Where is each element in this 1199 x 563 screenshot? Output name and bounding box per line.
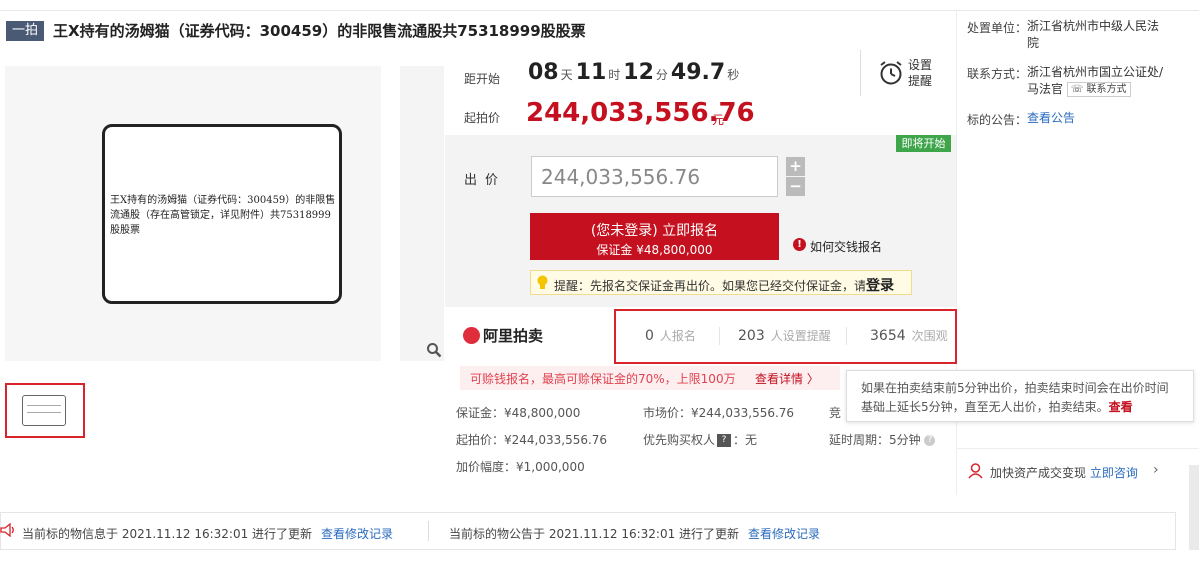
increase-bid-button[interactable]: +: [786, 157, 805, 176]
extend-period-tooltip: 如果在拍卖结束前5分钟出价，拍卖结束时间会在出价时间基础上延长5分钟，直至无人出…: [846, 370, 1194, 422]
alarm-clock-icon[interactable]: [878, 60, 904, 86]
auction-type-tag: 一拍: [6, 21, 44, 41]
ali-auction-logo: 阿里拍卖: [463, 325, 543, 346]
countdown-label: 距开始: [464, 72, 501, 86]
right-panel-divider: [956, 10, 957, 495]
start-price-label: 起拍价: [464, 111, 501, 125]
image-side-strip: [400, 66, 444, 361]
set-reminder-button[interactable]: 设置提醒: [908, 57, 938, 89]
signup-button-label: (您未登录) 立即报名: [590, 223, 719, 239]
start-price-info: 起拍价：¥244,033,556.76: [456, 433, 608, 447]
consultant-icon: [968, 463, 983, 479]
bid-type-info: 竞: [829, 406, 842, 420]
stat-signups: 0 人报名: [645, 327, 696, 344]
contact-label: 联系方式：: [967, 67, 1028, 81]
stat-reminders-label: 人设置提醒: [770, 329, 831, 343]
market-price-info: 市场价：¥244,033,556.76: [643, 406, 795, 420]
signup-button[interactable]: (您未登录) 立即报名 保证金 ¥48,800,000: [530, 213, 779, 260]
tooltip-view-link[interactable]: 查看: [1109, 400, 1133, 414]
priority-buyer-label: 优先购买权人: [643, 433, 716, 447]
countdown-hours-unit: 时: [608, 68, 621, 82]
contact-method-button[interactable]: ☏ 联系方式: [1066, 82, 1131, 97]
info-icon: !: [793, 238, 806, 251]
signup-deposit-label: 保证金 ¥48,800,000: [596, 243, 713, 257]
stat-signups-label: 人报名: [659, 329, 696, 343]
disposal-unit-value: 浙江省杭州市中级人民法院: [1027, 19, 1160, 50]
bid-label: 出价: [464, 173, 507, 188]
deposit-info: 保证金：¥48,800,000: [456, 406, 581, 420]
countdown-days: 08: [528, 60, 559, 85]
speaker-icon: [0, 523, 14, 537]
disposal-unit-label: 处置单位：: [967, 21, 1028, 35]
consult-now-link[interactable]: 立即咨询: [1090, 466, 1138, 480]
update-separator: [428, 521, 429, 541]
consult-label: 加快资产成交变现: [990, 466, 1087, 480]
lightbulb-icon: [537, 275, 548, 289]
extend-period-text: 延时周期：5分钟: [829, 433, 921, 447]
countdown-minutes-unit: 分: [655, 68, 668, 82]
ali-auction-logo-icon: [463, 327, 480, 344]
login-tip-prefix: 提醒：先报名交保证金再出价。如果您已经交付保证金，请: [554, 279, 867, 293]
countdown-days-unit: 天: [560, 68, 573, 82]
stat-reminders-count: 203: [738, 328, 765, 344]
credit-details-link[interactable]: 查看详情 〉: [755, 370, 819, 387]
consult-text: 加快资产成交变现 立即咨询: [990, 464, 1138, 481]
login-link[interactable]: 登录: [866, 278, 894, 294]
stat-reminders: 203 人设置提醒: [738, 327, 831, 344]
view-notice-link[interactable]: 查看公告: [1027, 110, 1167, 127]
countdown-hours: 11: [575, 60, 607, 85]
countdown-minutes: 12: [623, 60, 654, 85]
start-price-unit: 元: [712, 113, 725, 127]
countdown-seconds-unit: 秒: [727, 68, 740, 82]
page-title: 王X持有的汤姆猫（证券代码：300459）的非限售流通股共75318999股股票: [53, 22, 586, 40]
increment-info: 加价幅度：¥1,000,000: [456, 460, 585, 474]
bid-amount-input[interactable]: [531, 156, 778, 197]
stat-views-label: 次围观: [911, 329, 948, 343]
notice-label: 标的公告：: [967, 113, 1028, 127]
priority-help-icon[interactable]: ?: [717, 434, 732, 447]
zoom-icon[interactable]: [426, 342, 442, 358]
stat-views-count: 3654: [870, 328, 906, 344]
decrease-bid-button[interactable]: −: [786, 177, 805, 196]
thumbnail-lines: [27, 405, 61, 413]
stat-views: 3654 次围观: [870, 327, 948, 344]
credit-signup-text: 可赊钱报名，最高可赊保证金的70%，上限100万: [470, 372, 736, 386]
priority-buyer-info: 优先购买权人? ：无: [643, 431, 757, 448]
countdown-divider: [860, 50, 861, 96]
stat-separator: [719, 327, 720, 345]
status-badge: 即将开始: [896, 135, 951, 152]
info-change-log-link[interactable]: 查看修改记录: [321, 525, 393, 542]
how-to-pay-link[interactable]: 如何交钱报名: [810, 238, 882, 255]
stat-separator: [846, 327, 847, 345]
notice-update-text: 当前标的物公告于 2021.11.12 16:32:01 进行了更新: [449, 527, 740, 541]
stat-signups-count: 0: [645, 328, 654, 344]
extend-period-info: 延时周期：5分钟 ?: [829, 431, 936, 448]
login-tip-text: 提醒：先报名交保证金再出价。如果您已经交付保证金，请登录: [554, 275, 894, 295]
countdown-timer: 08 天 11 时 12 分 49.7 秒: [528, 60, 742, 85]
document-preview-text: 王X持有的汤姆猫（证券代码：300459）的非限售流通股（存在高管锁定，详见附件…: [110, 195, 336, 236]
page-edge-strip: [1189, 465, 1199, 550]
contact-value: 浙江省杭州市国立公证处/马法官 ☏ 联系方式: [1027, 64, 1167, 98]
notice-change-log-link[interactable]: 查看修改记录: [748, 525, 820, 542]
ali-auction-logo-text: 阿里拍卖: [483, 327, 544, 345]
top-border: [0, 10, 1199, 11]
priority-buyer-value: ：无: [733, 433, 758, 447]
countdown-seconds: 49.7: [670, 60, 726, 85]
question-icon[interactable]: ?: [924, 435, 936, 446]
chevron-right-icon[interactable]: ›: [1153, 462, 1159, 478]
info-update-text: 当前标的物信息于 2021.11.12 16:32:01 进行了更新: [22, 527, 313, 541]
